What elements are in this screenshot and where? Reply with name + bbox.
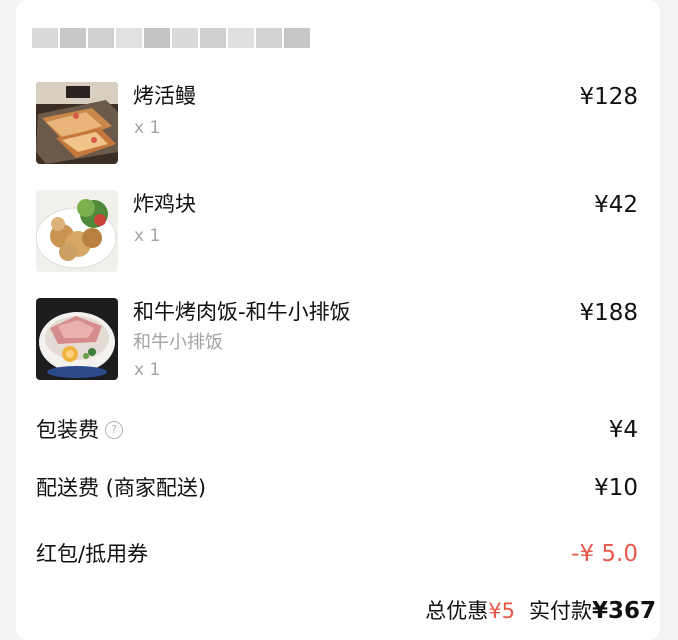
paid-amount-label: 实付款 xyxy=(528,599,592,623)
item-name: 烤活鳗 xyxy=(133,84,196,108)
item-thumbnail-fried-chicken xyxy=(36,190,118,272)
item-thumbnail-eel xyxy=(36,82,118,164)
item-thumbnail-wagyu-rice xyxy=(36,298,118,380)
packaging-fee-value: ¥4 xyxy=(608,417,638,443)
item-name: 炸鸡块 xyxy=(133,192,196,216)
packaging-fee-label-group: 包装费 ? xyxy=(36,415,123,445)
order-item[interactable]: 烤活鳗 x 1 ¥128 xyxy=(36,82,640,166)
order-detail-card: 烤活鳗 x 1 ¥128 炸鸡块 x 1 ¥42 和牛烤肉饭-和牛小排饭 和牛小… xyxy=(16,0,660,640)
total-discount-value: ¥5 xyxy=(488,599,515,623)
item-price: ¥128 xyxy=(579,84,638,110)
item-name: 和牛烤肉饭-和牛小排饭 xyxy=(133,300,351,324)
blurred-text-block xyxy=(172,28,198,48)
blurred-text-block xyxy=(88,28,114,48)
coupon-label: 红包/抵用券 xyxy=(36,542,149,566)
coupon-value: -¥ 5.0 xyxy=(571,541,638,567)
packaging-fee-row: 包装费 ? ¥4 xyxy=(36,415,640,445)
blurred-text-block xyxy=(32,28,58,48)
order-item[interactable]: 和牛烤肉饭-和牛小排饭 和牛小排饭 x 1 ¥188 xyxy=(36,298,640,382)
blurred-text-block xyxy=(256,28,282,48)
store-name-blurred xyxy=(32,28,312,50)
coupon-row[interactable]: 红包/抵用券 -¥ 5.0 xyxy=(36,539,640,569)
item-price: ¥42 xyxy=(594,192,638,218)
blurred-text-block xyxy=(200,28,226,48)
paid-amount-value: ¥367 xyxy=(591,598,656,624)
delivery-fee-label: 配送费 (商家配送) xyxy=(36,476,207,500)
blurred-text-block xyxy=(284,28,310,48)
delivery-fee-value: ¥10 xyxy=(594,475,638,501)
blurred-text-block xyxy=(144,28,170,48)
item-quantity: x 1 xyxy=(134,118,161,138)
order-summary: 总优惠 ¥5 实付款 ¥367 xyxy=(425,596,656,626)
blurred-text-block xyxy=(116,28,142,48)
packaging-fee-label: 包装费 xyxy=(36,418,99,442)
blurred-text-block xyxy=(60,28,86,48)
item-quantity: x 1 xyxy=(134,360,161,380)
delivery-fee-row: 配送费 (商家配送) ¥10 xyxy=(36,473,640,503)
item-price: ¥188 xyxy=(579,300,638,326)
item-variant: 和牛小排饭 xyxy=(133,332,223,353)
total-discount-label: 总优惠 xyxy=(425,599,489,623)
order-item[interactable]: 炸鸡块 x 1 ¥42 xyxy=(36,190,640,274)
question-circle-icon[interactable]: ? xyxy=(105,421,123,439)
blurred-text-block xyxy=(228,28,254,48)
item-quantity: x 1 xyxy=(134,226,161,246)
